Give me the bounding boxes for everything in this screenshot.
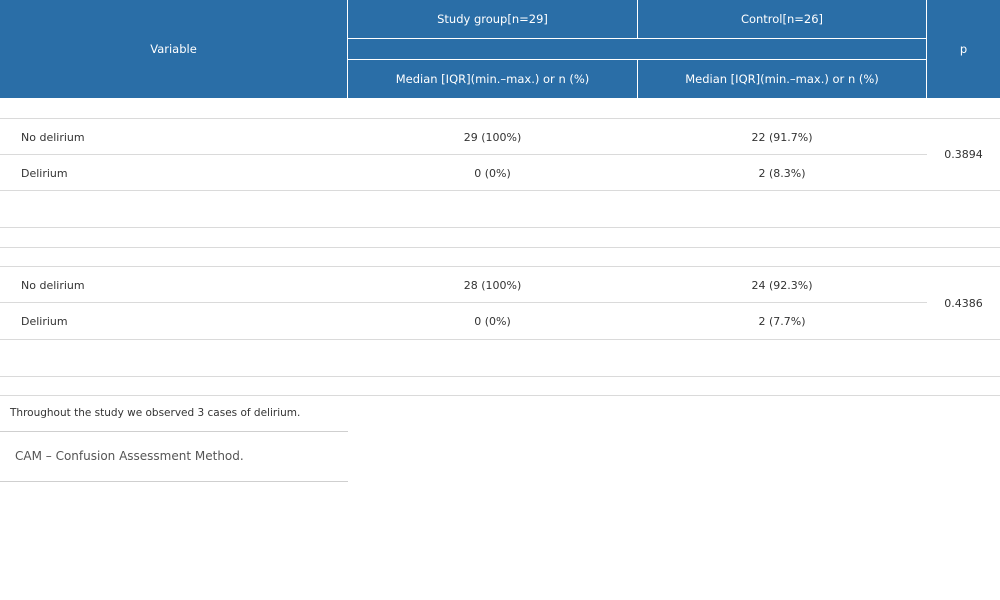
table-row-label: No delirium	[21, 130, 85, 144]
row-divider	[0, 227, 1000, 228]
row-divider	[0, 247, 1000, 248]
table-cell-study: 28 (100%)	[463, 278, 522, 292]
header-divider	[347, 38, 927, 39]
table-cell-control: 2 (7.7%)	[758, 314, 806, 328]
row-divider	[0, 339, 1000, 340]
footnote: CAM – Confusion Assessment Method.	[15, 449, 244, 463]
footnote-divider	[0, 481, 348, 482]
header-divider	[926, 0, 927, 98]
header-study-group: Study group[n=29]	[348, 0, 637, 38]
p-value: 0.4386	[944, 296, 983, 310]
header-divider	[637, 60, 638, 98]
table-cell-control: 22 (91.7%)	[751, 130, 813, 144]
row-divider	[0, 376, 1000, 377]
row-divider	[0, 395, 1000, 396]
header-divider	[637, 0, 638, 38]
table-row-label: No delirium	[21, 278, 85, 292]
footnote-divider	[0, 431, 348, 432]
header-control: Control[n=26]	[638, 0, 926, 38]
table-note: Throughout the study we observed 3 cases…	[10, 407, 301, 419]
table-cell-control: 2 (8.3%)	[758, 166, 806, 180]
p-value: 0.3894	[944, 148, 983, 161]
header-divider	[347, 0, 348, 98]
header-p: p	[927, 0, 1000, 98]
table-cell-study: 0 (0%)	[474, 314, 511, 328]
header-study-sub: Median [IQR](min.–max.) or n (%)	[348, 60, 637, 98]
table-cell-control: 24 (92.3%)	[751, 278, 813, 292]
table-row-label: Delirium	[21, 314, 68, 328]
header-variable: Variable	[0, 0, 347, 98]
table-cell-study: 29 (100%)	[463, 130, 522, 144]
table-cell-study: 0 (0%)	[474, 166, 511, 180]
table-row-label: Delirium	[21, 166, 68, 180]
header-divider	[347, 59, 927, 60]
header-control-sub: Median [IQR](min.–max.) or n (%)	[638, 60, 926, 98]
